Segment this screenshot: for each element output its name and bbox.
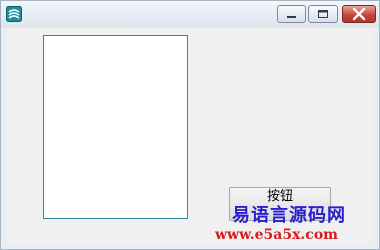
close-button[interactable] — [342, 5, 376, 23]
close-icon — [352, 7, 366, 21]
minimize-button[interactable] — [277, 5, 306, 23]
list-box[interactable] — [43, 35, 188, 219]
title-bar[interactable] — [1, 1, 379, 28]
watermark-url: www.e5a5x.com — [215, 227, 338, 243]
watermark-title: 易语言源码网 — [232, 205, 346, 226]
app-icon[interactable] — [6, 6, 22, 22]
minimize-icon — [287, 16, 296, 18]
maximize-button[interactable] — [308, 5, 338, 23]
app-window: 按钮 易语言源码网 www.e5a5x.com — [0, 0, 380, 250]
maximize-icon — [318, 10, 328, 18]
